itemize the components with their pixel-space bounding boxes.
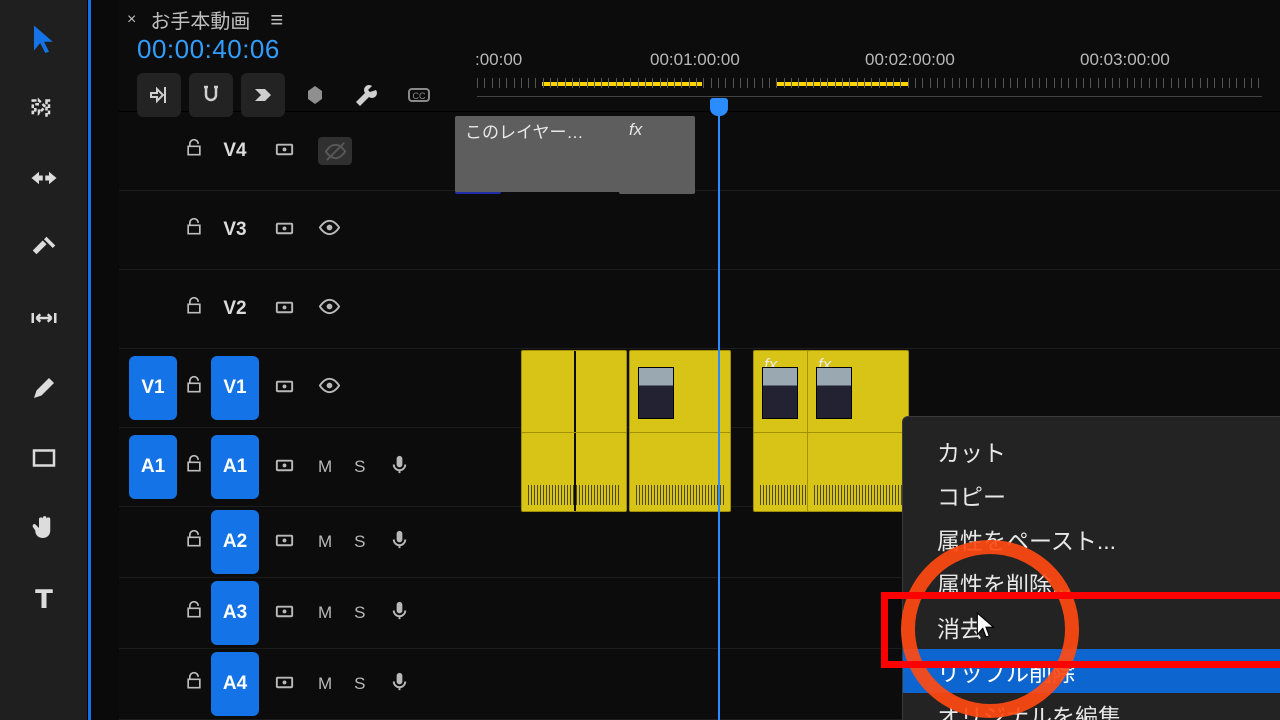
slip-tool-icon[interactable] [24,298,64,338]
clip-segment[interactable]: このレイヤー… [455,116,635,192]
track-target-v1[interactable]: V1 [211,356,259,420]
sync-lock-icon[interactable] [273,599,296,627]
source-patch-v1[interactable]: V1 [129,356,177,420]
selection-tool-icon[interactable] [24,18,64,58]
sync-lock-icon[interactable] [273,670,296,698]
hand-tool-icon[interactable] [24,508,64,548]
voice-over-icon[interactable] [388,453,411,481]
lock-icon[interactable] [177,216,211,244]
menu-item-edit-original[interactable]: オリジナルを編集 [903,693,1280,720]
solo-button[interactable]: S [354,603,365,623]
current-timecode[interactable]: 00:00:40:06 [137,34,441,65]
menu-item-paste-attributes[interactable]: 属性をペースト... [903,517,1280,561]
menu-item-remove-attributes[interactable]: 属性を削除... [903,561,1280,605]
lock-icon[interactable] [177,599,211,627]
marker-icon[interactable] [293,73,337,117]
clip-segment[interactable]: fx [619,116,695,194]
clip-segment[interactable]: fx [807,350,909,434]
track-target-v2[interactable]: V2 [211,277,259,341]
mute-button[interactable]: M [318,457,332,477]
track-target-a3[interactable]: A3 [211,581,259,645]
track-select-forward-tool-icon[interactable] [24,88,64,128]
context-menu: カット コピー 属性をペースト... 属性を削除... 消去 リップル削除 オリ… [902,416,1280,720]
track-target-a1[interactable]: A1 [211,435,259,499]
sync-lock-icon[interactable] [273,528,296,556]
track-target-a4[interactable]: A4 [211,652,259,716]
menu-item-ripple-delete[interactable]: リップル削除 [903,649,1280,693]
playhead[interactable] [718,114,720,720]
settings-icon[interactable] [345,73,389,117]
mute-button[interactable]: M [318,532,332,552]
captions-icon[interactable]: CC [397,73,441,117]
lock-icon[interactable] [177,374,211,402]
sequence-tab-title[interactable]: お手本動画 [150,5,250,34]
menu-item-clear[interactable]: 消去 [903,605,1280,649]
voice-over-icon[interactable] [388,528,411,556]
sync-lock-icon[interactable] [273,137,296,165]
toggle-track-output-icon[interactable] [318,137,352,165]
linked-selection-icon[interactable] [241,73,285,117]
ripple-edit-tool-icon[interactable] [24,158,64,198]
tab-close-button[interactable]: × [127,11,136,29]
mute-button[interactable]: M [318,603,332,623]
timeline-panel: × お手本動画 ≡ 00:00:40:06 CC :00:00 00:01:00… [119,0,1280,720]
fx-badge: fx [629,120,642,140]
voice-over-icon[interactable] [388,599,411,627]
clip-segment[interactable] [521,432,627,512]
sync-lock-icon[interactable] [273,453,296,481]
lock-icon[interactable] [177,528,211,556]
sync-lock-icon[interactable] [273,216,296,244]
sequence-left-border [88,0,119,720]
ruler-mark: 00:02:00:00 [865,50,955,70]
tool-palette [0,0,88,720]
rectangle-tool-icon[interactable] [24,438,64,478]
nest-toggle-icon[interactable] [137,73,181,117]
sync-lock-icon[interactable] [273,374,296,402]
clip-label: このレイヤー… [465,118,584,143]
toggle-track-output-icon[interactable] [318,374,341,402]
menu-item-copy[interactable]: コピー [903,473,1280,517]
work-area-bar[interactable] [777,82,909,86]
timeline-header: 00:00:40:06 CC :00:00 00:01:00:00 00:02:… [119,39,1280,112]
rate-stretch-tool-icon[interactable] [24,228,64,268]
clip-segment[interactable] [629,432,731,512]
mute-button[interactable]: M [318,674,332,694]
type-tool-icon[interactable] [24,578,64,618]
pen-tool-icon[interactable] [24,368,64,408]
svg-text:CC: CC [413,91,426,101]
menu-item-cut[interactable]: カット [903,429,1280,473]
clip-segment[interactable] [521,350,627,434]
lock-icon[interactable] [177,137,211,165]
solo-button[interactable]: S [354,532,365,552]
solo-button[interactable]: S [354,674,365,694]
clip-segment[interactable] [807,432,909,512]
track-target-a2[interactable]: A2 [211,510,259,574]
panel-menu-icon[interactable]: ≡ [270,7,283,33]
work-area-bar[interactable] [542,82,702,86]
toggle-track-output-icon[interactable] [318,216,341,244]
ruler-mark: :00:00 [475,50,522,70]
time-ruler[interactable]: :00:00 00:01:00:00 00:02:00:00 00:03:00:… [477,54,1262,97]
source-patch-a1[interactable]: A1 [129,435,177,499]
lock-icon[interactable] [177,670,211,698]
toggle-track-output-icon[interactable] [318,295,341,323]
ruler-mark: 00:03:00:00 [1080,50,1170,70]
snap-toggle-icon[interactable] [189,73,233,117]
solo-button[interactable]: S [354,457,365,477]
track-target-v3[interactable]: V3 [211,198,259,262]
clip-segment[interactable] [629,350,731,434]
track-target-v4[interactable]: V4 [211,119,259,183]
cursor-icon [975,612,997,643]
lock-icon[interactable] [177,295,211,323]
lock-icon[interactable] [177,453,211,481]
voice-over-icon[interactable] [388,670,411,698]
sync-lock-icon[interactable] [273,295,296,323]
ruler-mark: 00:01:00:00 [650,50,740,70]
